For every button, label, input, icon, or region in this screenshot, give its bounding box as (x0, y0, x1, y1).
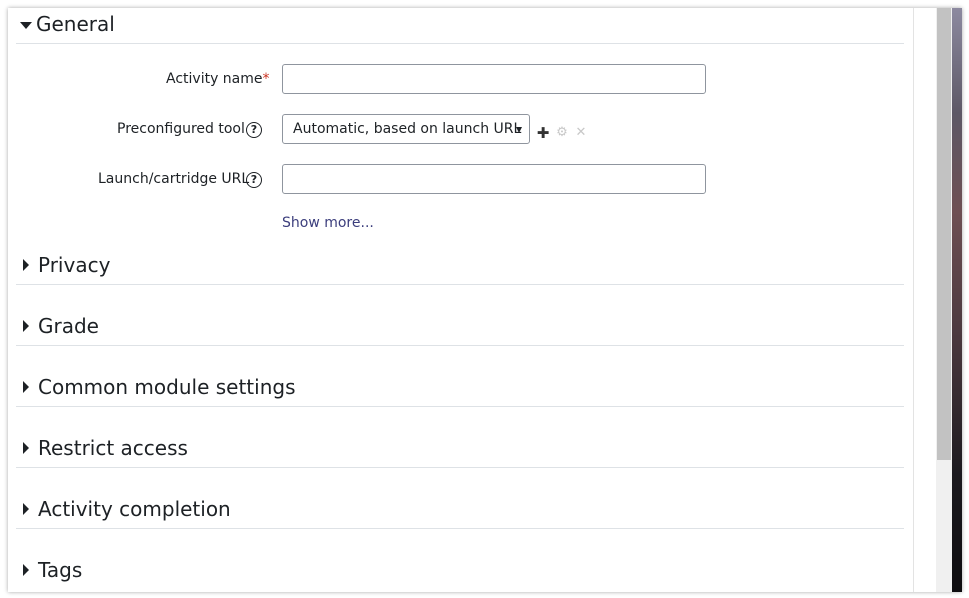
section-general: General (16, 8, 904, 44)
edit-tool-icon[interactable]: ⚙ (554, 125, 570, 141)
section-general-toggle[interactable]: General (20, 9, 115, 39)
desktop-background (952, 8, 962, 592)
section-general-title: General (36, 12, 115, 36)
scrollbar-thumb[interactable] (937, 8, 951, 460)
preconfigured-tool-selected-value: Automatic, based on launch URL (293, 121, 522, 137)
caret-down-icon (20, 21, 32, 29)
activity-name-label: Activity name* (166, 71, 270, 87)
section-common-module-settings-toggle[interactable]: Common module settings (20, 372, 296, 402)
preconfigured-tool-label: Preconfigured tool (117, 121, 245, 137)
section-restrict-access-title: Restrict access (38, 436, 188, 460)
preconfigured-tool-help-icon[interactable]: ? (246, 122, 262, 138)
section-activity-completion: Activity completion (16, 468, 904, 529)
show-more-link[interactable]: Show more... (282, 215, 374, 231)
required-marker-icon: * (262, 71, 270, 87)
section-grade-toggle[interactable]: Grade (20, 311, 99, 341)
activity-name-input[interactable] (282, 64, 706, 94)
caret-right-icon (23, 564, 29, 576)
section-grade: Grade (16, 285, 904, 346)
section-privacy: Privacy (16, 249, 904, 285)
settings-form-page: General Activity name* Preconfigured too… (8, 8, 914, 592)
caret-right-icon (23, 503, 29, 515)
delete-tool-icon[interactable]: ✕ (573, 125, 589, 141)
section-common-module-settings: Common module settings (16, 346, 904, 407)
section-privacy-title: Privacy (38, 253, 111, 277)
activity-name-label-text: Activity name (166, 71, 263, 87)
add-tool-icon[interactable]: ✚ (535, 125, 551, 141)
launch-url-input[interactable] (282, 164, 706, 194)
browser-window: General Activity name* Preconfigured too… (8, 8, 962, 592)
caret-right-icon (23, 381, 29, 393)
section-activity-completion-title: Activity completion (38, 497, 231, 521)
vertical-scrollbar[interactable] (936, 8, 952, 592)
section-tags-title: Tags (38, 558, 83, 582)
caret-right-icon (23, 259, 29, 271)
preconfigured-tool-select[interactable]: Automatic, based on launch URL (282, 114, 530, 144)
section-restrict-access-toggle[interactable]: Restrict access (20, 433, 188, 463)
section-activity-completion-toggle[interactable]: Activity completion (20, 494, 231, 524)
section-privacy-toggle[interactable]: Privacy (20, 250, 110, 280)
caret-right-icon (23, 320, 29, 332)
launch-url-label: Launch/cartridge URL (98, 171, 250, 187)
launch-url-help-icon[interactable]: ? (246, 172, 262, 188)
section-tags: Tags (16, 529, 904, 592)
section-restrict-access: Restrict access (16, 407, 904, 468)
section-common-module-settings-title: Common module settings (38, 375, 296, 399)
section-grade-title: Grade (38, 314, 99, 338)
caret-right-icon (23, 442, 29, 454)
dropdown-arrow-icon (516, 127, 522, 133)
section-tags-toggle[interactable]: Tags (20, 555, 82, 585)
